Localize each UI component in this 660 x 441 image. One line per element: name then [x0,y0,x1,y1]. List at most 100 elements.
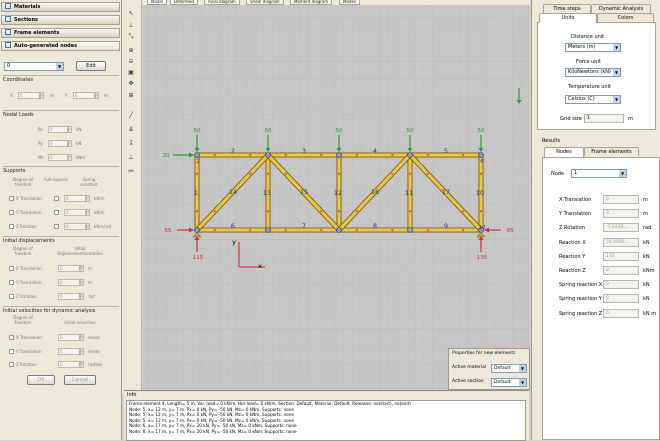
tab-colors[interactable]: Colors [597,13,654,22]
chevron-down-icon: ▼ [613,96,620,103]
dof-checkbox[interactable] [9,362,14,367]
grid-size-input[interactable]: 1 [584,114,624,123]
y-coord-field[interactable]: 0 [73,92,95,99]
full-support-checkbox[interactable] [54,196,59,201]
member-marker [462,153,465,157]
distance-unit-select[interactable]: Meters (m) ▼ [565,43,621,52]
release-icon[interactable]: ⚯ [127,168,135,176]
dof-checkbox[interactable] [9,210,14,215]
result-node-select[interactable]: 1 ▼ [571,169,627,178]
section-auto-generated-nodes[interactable]: Auto-generated nodes [1,41,120,51]
section-sections[interactable]: Sections [1,15,120,25]
tab-frame-elements[interactable]: Frame elements [584,147,639,156]
dof-checkbox[interactable] [9,196,14,201]
support-icon[interactable]: ⊥ [127,154,135,162]
point-load-icon[interactable]: ↧ [127,140,135,148]
x-coord-field[interactable]: 0 [18,92,40,99]
member-label: 16 [371,188,379,196]
force-unit-select[interactable]: KiloNewtons (kN) ▼ [565,68,621,77]
initial_vel-spinner[interactable]: ▾ [80,361,84,368]
nodal-load-field[interactable]: 0 [48,154,68,161]
member-label: 8 [373,222,377,230]
initial_disp-field[interactable]: 0 [58,279,80,286]
initial_vel-field[interactable]: 0 [58,347,80,355]
coordinates-group: Coordinates [3,75,119,83]
supports-field[interactable]: 0 [64,223,86,230]
reaction-value: 95 [507,228,514,234]
tab-dynamic-analysis[interactable]: Dynamic Analysis [591,4,651,13]
result-label: X Translation [559,197,592,203]
zoom-window-icon[interactable]: ▣ [127,69,135,77]
nodal-load-spinner[interactable]: ▾ [68,126,72,133]
result-unit: kN [643,296,650,303]
member-marker [337,210,341,213]
initial_disp-field[interactable]: 0 [58,293,80,300]
supports-field[interactable]: 0 [64,209,86,216]
dof-checkbox[interactable] [9,280,14,285]
tab-time-steps[interactable]: Time steps [543,4,591,13]
y-coord-spinner[interactable]: ▾ [95,92,99,99]
grid-size-label: Grid size [560,116,582,122]
frame-tool-icon[interactable]: ⤡ [127,33,135,41]
x-coord-spinner[interactable]: ▾ [40,92,44,99]
add-node-tool-icon[interactable]: ⊥ [127,22,135,30]
initial_vel-field[interactable]: 0 [58,334,80,341]
initial_disp-row-label: X Translation [16,266,42,271]
reaction-value: 115 [193,255,204,261]
tab-units[interactable]: Units [539,13,597,23]
nodal-load-field[interactable]: 0 [48,140,68,147]
ok-button[interactable]: OK [27,375,55,385]
initial_vel-spinner[interactable]: ▾ [80,347,84,355]
section-frame-elements[interactable]: Frame elements [1,28,120,38]
supports-spinner[interactable]: ▾ [86,209,90,216]
initial_vel-spinner[interactable]: ▾ [80,334,84,341]
edit-button[interactable]: Edit [76,61,106,71]
initial_disp-spinner[interactable]: ▾ [80,279,84,286]
dof-checkbox[interactable] [9,224,14,229]
supports-col-spring: Spring constant [80,177,98,187]
result-label: Y Translation [559,211,591,218]
supports-col-dof: Degree of freedom [13,177,33,187]
zoom-in-icon[interactable]: ⊕ [127,47,135,55]
full-support-checkbox[interactable] [54,210,59,215]
nodal-load-field[interactable]: 0 [48,126,68,133]
model-drawing[interactable]: 2 3 4 56 7 8 91 13 12 11 1014 15 16 172 61050 50 50 50 502… [143,5,530,390]
initial_disp-spinner[interactable]: ▾ [80,265,84,272]
point-load-arrowhead [265,148,271,152]
supports-spinner[interactable]: ▾ [86,195,90,202]
full-support-checkbox[interactable] [54,224,59,229]
initial_disp-spinner[interactable]: ▾ [80,293,84,300]
pointer-tool-icon[interactable]: ↖ [127,10,135,18]
result-unit: kN [643,253,650,260]
section-materials[interactable]: Materials [1,2,120,12]
nodal-load-spinner[interactable]: ▾ [68,140,72,147]
initial_vel-field[interactable]: 0 [58,361,80,368]
supports-row-label: Z Rotation [16,224,37,229]
active-material-select[interactable]: Default ▼ [491,364,527,373]
x-coord-label: X [10,93,13,98]
right-panel: Time steps Dynamic Analysis Units Colors… [531,0,660,440]
zoom-out-icon[interactable]: ⊖ [127,58,135,66]
temperature-unit-select[interactable]: Celsius (C) ▼ [565,95,621,104]
tab-nodes[interactable]: Nodes [544,147,584,157]
dof-checkbox[interactable] [9,294,14,299]
model-canvas[interactable]: 2 3 4 5 6 7 8 9 1 13 12 11 10 14 15 16 17 2 6 10 50 50 50 50 50 2… [143,5,530,390]
dof-checkbox[interactable] [9,348,14,354]
dof-checkbox[interactable] [9,266,14,271]
horizontal-load-arrowhead [189,152,194,158]
pan-icon[interactable]: ✥ [127,80,135,88]
supports-spinner[interactable]: ▾ [86,223,90,230]
distributed-load-icon[interactable]: ⇊ [127,126,135,134]
result-label: Spring reaction Y [559,296,602,303]
node-select[interactable]: 0 ▼ [4,62,64,71]
cancel-button[interactable]: Cancel [64,375,96,385]
info-log[interactable]: Frame element 4, Length= 5 m, Ver. load=… [126,400,526,441]
active-section-select[interactable]: Default ▼ [491,378,527,387]
initial_disp-field[interactable]: 0 [58,265,80,272]
supports-field[interactable]: 0 [64,195,86,202]
line-tool-icon[interactable]: ╱ [127,112,135,120]
zoom-extents-icon[interactable]: ⊞ [127,92,135,100]
initial_vel-unit: m/sec [88,335,100,340]
nodal-load-spinner[interactable]: ▾ [68,154,72,161]
dof-checkbox[interactable] [9,335,14,340]
